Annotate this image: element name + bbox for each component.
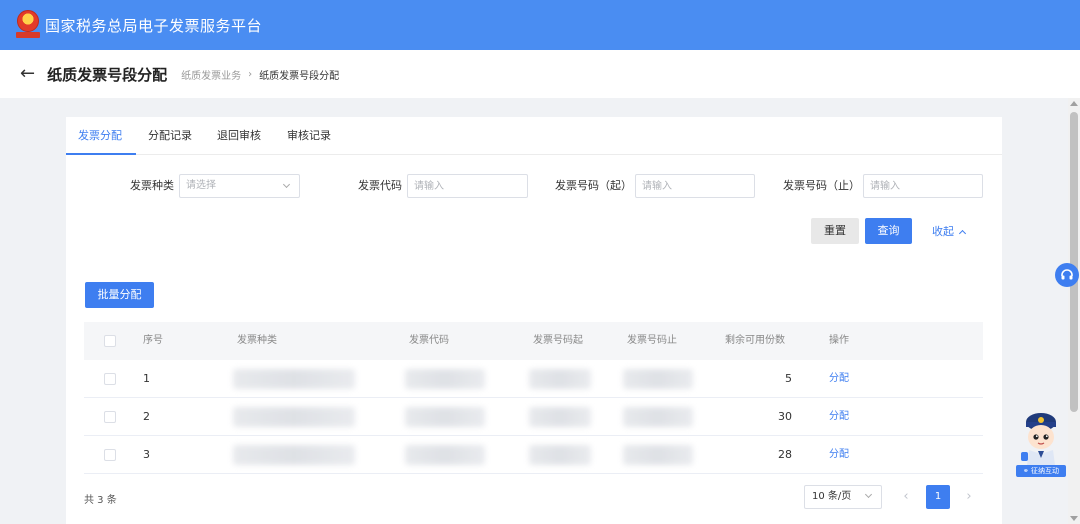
tab-assign-records[interactable]: 分配记录 <box>148 117 192 155</box>
row-index: 1 <box>143 372 150 385</box>
column-header-number-start: 发票号码起 <box>533 335 583 346</box>
page-size-value: 10 条/页 <box>812 491 852 502</box>
redacted-number-start <box>529 407 591 427</box>
assign-link[interactable]: 分配 <box>829 436 849 474</box>
scroll-down-arrow-icon[interactable] <box>1070 516 1078 521</box>
number-start-label: 发票号码（起） <box>555 179 632 192</box>
invoice-type-label: 发票种类 <box>130 179 174 192</box>
page-scrollbar[interactable] <box>1068 98 1080 524</box>
tab-review-records[interactable]: 审核记录 <box>287 117 331 155</box>
batch-assign-button[interactable]: 批量分配 <box>85 282 154 308</box>
tax-emblem-logo <box>16 10 40 40</box>
tab-bar: 发票分配 分配记录 退回审核 审核记录 <box>66 117 1002 155</box>
invoice-code-label: 发票代码 <box>358 179 402 192</box>
scroll-up-arrow-icon[interactable] <box>1070 101 1078 106</box>
redacted-invoice-code <box>405 369 485 389</box>
redacted-number-end <box>623 369 693 389</box>
redacted-number-end <box>623 445 693 465</box>
page-number-current[interactable]: 1 <box>926 485 950 509</box>
table-row: 1 5 分配 <box>84 360 983 398</box>
active-tab-indicator <box>66 153 136 155</box>
select-all-checkbox[interactable] <box>104 335 116 347</box>
redacted-number-start <box>529 445 591 465</box>
assistant-label: ⚭ 征纳互动 <box>1016 465 1066 477</box>
query-button[interactable]: 查询 <box>865 218 912 244</box>
prev-page-icon[interactable]: ‹ <box>894 485 918 509</box>
collapse-toggle[interactable]: 收起 <box>932 223 967 239</box>
column-header-action: 操作 <box>829 335 849 346</box>
app-title: 国家税务总局电子发票服务平台 <box>45 16 263 35</box>
redacted-invoice-type <box>233 369 355 389</box>
column-header-remaining: 剩余可用份数 <box>725 335 785 346</box>
redacted-invoice-type <box>233 445 355 465</box>
column-header-index: 序号 <box>143 335 163 346</box>
collapse-label: 收起 <box>932 225 954 238</box>
chevron-down-icon <box>282 180 291 189</box>
row-index: 3 <box>143 448 150 461</box>
scrollbar-thumb[interactable] <box>1070 112 1078 412</box>
number-start-input[interactable] <box>635 174 755 198</box>
breadcrumb-item-paper-invoice[interactable]: 纸质发票业务 <box>181 67 241 82</box>
breadcrumb-bar: ← 纸质发票号段分配 纸质发票业务 › 纸质发票号段分配 <box>0 50 1080 98</box>
breadcrumb-item-current: 纸质发票号段分配 <box>259 70 340 82</box>
number-end-label: 发票号码（止） <box>783 179 860 192</box>
redacted-number-end <box>623 407 693 427</box>
tab-invoice-assign[interactable]: 发票分配 <box>78 117 122 155</box>
assign-link[interactable]: 分配 <box>829 360 849 398</box>
chevron-down-icon <box>864 490 873 499</box>
invoice-code-input[interactable] <box>407 174 528 198</box>
redacted-invoice-code <box>405 445 485 465</box>
back-arrow-icon[interactable]: ← <box>20 65 35 83</box>
headset-icon <box>1061 269 1073 280</box>
assign-link[interactable]: 分配 <box>829 398 849 436</box>
column-header-invoice-type: 发票种类 <box>237 335 277 346</box>
tax-officer-mascot-icon <box>1021 413 1056 465</box>
assistant-mascot[interactable]: ⚭ 征纳互动 <box>1016 410 1068 478</box>
page-size-select[interactable]: 10 条/页 <box>804 485 882 509</box>
number-end-input[interactable] <box>863 174 983 198</box>
total-count: 共 3 条 <box>84 495 117 506</box>
row-index: 2 <box>143 410 150 423</box>
invoice-type-select[interactable]: 请选择 <box>179 174 300 198</box>
redacted-number-start <box>529 369 591 389</box>
redacted-invoice-code <box>405 407 485 427</box>
tab-return-review[interactable]: 退回审核 <box>217 117 261 155</box>
row-remaining-count: 30 <box>778 410 792 423</box>
row-checkbox[interactable] <box>104 449 116 461</box>
column-header-number-end: 发票号码止 <box>627 335 677 346</box>
next-page-icon[interactable]: › <box>957 485 981 509</box>
page-title: 纸质发票号段分配 <box>47 65 168 84</box>
row-checkbox[interactable] <box>104 373 116 385</box>
column-header-invoice-code: 发票代码 <box>409 335 449 346</box>
chevron-up-icon <box>958 229 967 238</box>
invoice-type-placeholder: 请选择 <box>186 180 216 191</box>
main-card: 发票分配 分配记录 退回审核 审核记录 发票种类 请选择 发票代码 发票号码（起… <box>66 117 1002 524</box>
row-remaining-count: 28 <box>778 448 792 461</box>
table-row: 2 30 分配 <box>84 398 983 436</box>
table-header: 序号 发票种类 发票代码 发票号码起 发票号码止 剩余可用份数 操作 <box>84 322 983 360</box>
headset-icon: ⚭ <box>1022 467 1032 475</box>
table-row: 3 28 分配 <box>84 436 983 474</box>
assistant-label-text: 征纳互动 <box>1031 467 1060 475</box>
support-headset-button[interactable] <box>1055 263 1079 287</box>
row-checkbox[interactable] <box>104 411 116 423</box>
row-remaining-count: 5 <box>785 372 792 385</box>
top-header: 国家税务总局电子发票服务平台 <box>0 0 1080 50</box>
redacted-invoice-type <box>233 407 355 427</box>
chevron-right-icon: › <box>248 68 253 80</box>
reset-button[interactable]: 重置 <box>811 218 859 244</box>
